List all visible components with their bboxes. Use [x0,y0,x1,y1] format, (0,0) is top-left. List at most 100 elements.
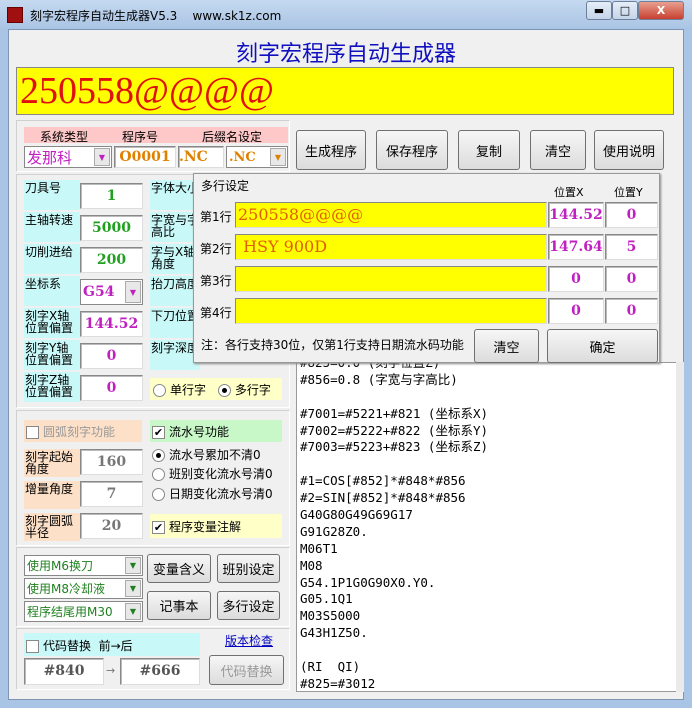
code-line: G91G28Z0. [300,523,368,539]
coordinate-system-value: G54 [83,284,115,300]
param-input[interactable]: 5000 [80,215,143,241]
row-pos-y-input[interactable]: 5 [605,234,658,260]
minimize-button[interactable]: ▬ [586,1,612,20]
arc-inc-input[interactable]: 7 [80,481,143,507]
option-select[interactable]: 使用M8冷却液 ▼ [24,578,143,599]
copy-button[interactable]: 复制 [458,130,520,170]
chevron-down-icon: ▼ [125,603,141,620]
code-line: #2=SIN[#852]*#848*#856 [300,490,466,506]
system-type-select[interactable]: 发那科 ▼ [24,146,112,168]
code-line: M03S5000 [300,608,361,624]
suffix-input[interactable]: .NC [178,146,224,168]
dialog-clear-button[interactable]: 清空 [474,329,539,363]
serial-opt2-label: 班别变化流水号清0 [169,467,273,481]
program-number-input[interactable]: O0001 [114,146,176,168]
main-display: 250558@@@@ [16,67,674,115]
replace-to-input[interactable]: #666 [120,658,200,685]
maximize-button[interactable]: □ [612,1,638,20]
clear-button[interactable]: 清空 [530,130,586,170]
prog-label: 程序号 [122,130,159,144]
shift-settings-button[interactable]: 班别设定 [217,554,280,583]
close-button[interactable]: X [638,1,684,20]
row-pos-x-input[interactable]: 0 [548,266,604,292]
serial-opt3-label: 日期变化流水号清0 [169,487,273,501]
chevron-down-icon: ▼ [270,148,286,166]
version-check-link[interactable]: 版本检查 [225,632,273,649]
row-pos-y-input[interactable]: 0 [605,298,658,324]
arc-checkbox[interactable] [26,426,39,439]
row-label: 第4行 [200,306,232,320]
arc-label: 圆弧刻字功能 [43,425,116,439]
row-pos-y-input[interactable]: 0 [605,266,658,292]
serial-option-date[interactable]: 日期变化流水号清0 [152,485,273,502]
suffix-select-value: .NC [229,149,256,165]
coordinate-system-select[interactable]: G54 ▼ [80,279,143,305]
annotation-checkbox[interactable]: ✔ [152,521,165,534]
replace-from-input[interactable]: #840 [24,658,104,685]
help-button[interactable]: 使用说明 [594,130,664,170]
serial-option-accumulate[interactable]: 流水号累加不清0 [152,446,261,463]
dialog-title: 多行设定 [201,179,250,193]
param-input[interactable]: 0 [80,343,143,369]
option-select[interactable]: 程序结尾用M30 ▼ [24,601,143,622]
system-type-value: 发那科 [27,148,73,167]
suffix-select[interactable]: .NC ▼ [226,146,288,168]
arc-start-label: 刻字起始角度 [24,449,80,477]
multi-line-label: 多行字 [234,383,271,397]
code-line: (RI QI) [300,659,361,675]
notepad-button[interactable]: 记事本 [147,591,211,620]
annotation-toggle[interactable]: ✔ 程序变量注解 [150,514,282,538]
suffix-label: 后缀名设定 [202,130,263,144]
param-label: 刻字X轴位置偏置 [24,308,80,338]
replace-checkbox[interactable] [26,640,39,653]
param-input[interactable]: 200 [80,247,143,273]
arc-inc-label: 增量角度 [24,481,80,509]
param-label: 刀具号 [24,180,80,210]
row-text-input[interactable]: HSY 900D [235,234,547,260]
serial-opt1-label: 流水号累加不清0 [169,448,261,462]
serial-option-shift[interactable]: 班别变化流水号清0 [152,465,273,482]
param-label: 坐标系 [24,276,80,306]
variable-meaning-button[interactable]: 变量含义 [147,554,211,583]
param-label: 切削进给 [24,244,80,274]
app-heading: 刻字宏程序自动生成器 [235,42,456,67]
arc-toggle[interactable]: 圆弧刻字功能 [24,420,142,442]
multi-line-radio[interactable]: 多行字 [217,383,271,397]
param-label: 主轴转速 [24,212,80,242]
generate-button[interactable]: 生成程序 [296,130,366,170]
multiline-settings-button[interactable]: 多行设定 [217,591,280,620]
param-input[interactable]: 1 [80,183,143,209]
option-select[interactable]: 使用M6换刀 ▼ [24,555,143,576]
row-pos-y-input[interactable]: 0 [605,202,658,228]
serial-label: 流水号功能 [169,425,230,439]
code-line: G40G80G49G69G17 [300,507,413,523]
code-replace-button[interactable]: 代码替换 [209,655,284,685]
serial-checkbox[interactable]: ✔ [152,426,165,439]
chevron-down-icon: ▼ [125,557,141,574]
single-line-radio[interactable]: 单行字 [153,383,206,397]
code-line: G43H1Z50. [300,625,368,641]
save-button[interactable]: 保存程序 [376,130,448,170]
row-pos-x-input[interactable]: 144.52 [548,202,604,228]
row-label: 第2行 [200,242,232,256]
serial-toggle[interactable]: ✔ 流水号功能 [150,420,282,442]
row-text-input[interactable] [235,266,547,292]
row-pos-x-input[interactable]: 147.64 [548,234,604,260]
pos-x-header: 位置X [554,186,584,199]
param-input[interactable]: 0 [80,375,143,401]
arc-start-input[interactable]: 160 [80,449,143,475]
arc-radius-input[interactable]: 20 [80,513,143,539]
scrollbar[interactable] [676,362,684,692]
replace-label: 代码替换 前→后 [43,639,133,653]
param-input[interactable]: 144.52 [80,311,143,337]
code-line: G05.1Q1 [300,591,353,607]
program-output-textarea[interactable]: #825=0.0 (刻字位置Z) #856=0.8 (字宽与字高比) #7001=#… [296,362,684,692]
arrow-right-icon: → [106,664,116,677]
row-text-input[interactable] [235,298,547,324]
replace-toggle[interactable]: 代码替换 前→后 [24,633,200,656]
window-title: 刻字宏程序自动生成器V5.3 www.sk1z.com [30,9,282,23]
row-text-input[interactable]: 250558@@@@ [235,202,547,228]
dialog-ok-button[interactable]: 确定 [547,329,658,363]
row-pos-x-input[interactable]: 0 [548,298,604,324]
